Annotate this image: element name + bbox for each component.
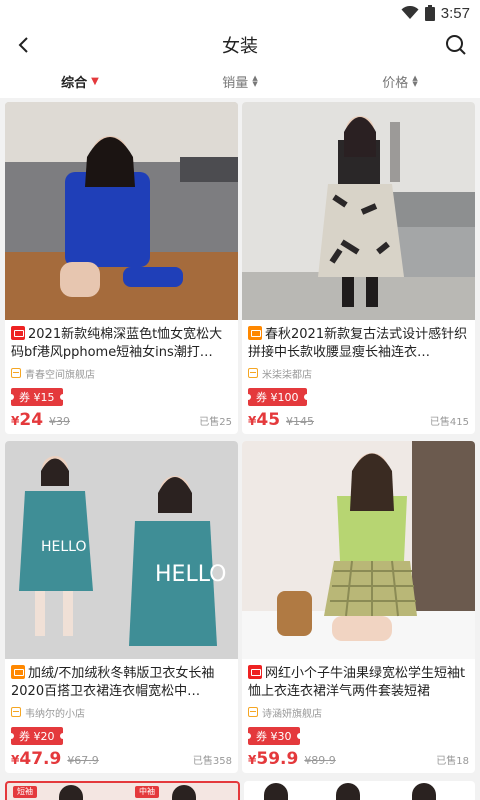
sleeve-badge: 短袖 (13, 786, 37, 798)
sold-count: 已售415 (429, 417, 469, 428)
price: ¥59.9 (248, 749, 299, 769)
product-card[interactable]: 2021新款纯棉深蓝色t恤女宽松大码bf港风pphome短袖女ins潮打… 青春… (5, 102, 238, 434)
status-time: 3:57 (440, 4, 470, 22)
search-icon (446, 35, 466, 55)
product-card[interactable]: 春秋2021新款复古法式设计感针织拼接中长款收腰显瘦长袖连衣… 米柒柒都店 券 … (242, 102, 475, 434)
price: ¥47.9 (11, 749, 62, 769)
price: ¥45 (248, 410, 281, 430)
shop-row: 青春空间旗舰店 (11, 366, 232, 381)
product-card[interactable]: 网红小个子牛油果绿宽松学生短袖t恤上衣连衣裙洋气两件套装短裙 诗涵妍旗舰店 券 … (242, 441, 475, 773)
original-price: ¥39 (49, 415, 71, 428)
product-grid: 2021新款纯棉深蓝色t恤女宽松大码bf港风pphome短袖女ins潮打… 青春… (0, 102, 480, 773)
screen: { "status": { "time": "3:57" }, "header"… (0, 0, 480, 800)
sort-label: 销量 (222, 75, 249, 91)
product-image[interactable] (242, 102, 475, 320)
product-title[interactable]: 春秋2021新款复古法式设计感针织拼接中长款收腰显瘦长袖连衣… (248, 326, 469, 362)
sold-count: 已售358 (192, 756, 232, 767)
coupon-badge[interactable]: 券 ¥30 (245, 727, 302, 745)
chevron-down-icon: ▼ (91, 75, 99, 87)
product-image[interactable] (5, 102, 238, 320)
sort-label: 综合 (61, 75, 88, 91)
product-card-partial[interactable] (244, 781, 475, 800)
shop-icon (248, 368, 258, 378)
sort-label: 价格 (382, 75, 409, 91)
shop-name: 诗涵妍旗舰店 (262, 708, 322, 720)
shop-row: 韦纳尔的小店 (11, 705, 232, 720)
taobao-icon (248, 326, 262, 340)
price-row: ¥47.9 ¥67.9 已售358 (11, 749, 232, 769)
coupon-badge[interactable]: 券 ¥100 (245, 388, 309, 406)
product-image[interactable]: HELLO HELLO (5, 441, 238, 659)
taobao-icon (11, 665, 25, 679)
sort-price[interactable]: 价格 ▲ ▼ (320, 72, 480, 91)
original-price: ¥145 (286, 415, 315, 428)
price-row: ¥24 ¥39 已售25 (11, 410, 232, 430)
sort-arrows-icon: ▲ ▼ (252, 74, 258, 88)
sold-count: 已售18 (436, 756, 469, 767)
svg-text:HELLO: HELLO (155, 562, 227, 587)
sort-comprehensive[interactable]: 综合 ▼ (0, 72, 160, 91)
svg-text:HELLO: HELLO (41, 539, 87, 555)
tmall-icon (11, 326, 25, 340)
back-button[interactable] (10, 32, 36, 58)
back-arrow-icon (18, 37, 28, 53)
sold-count: 已售25 (199, 417, 232, 428)
model-hair (264, 783, 288, 800)
wifi-icon (401, 6, 419, 19)
shop-name: 米柒柒都店 (262, 369, 312, 381)
shop-icon (11, 368, 21, 378)
model-hair (412, 783, 436, 800)
model-hair (172, 785, 196, 800)
product-title[interactable]: 网红小个子牛油果绿宽松学生短袖t恤上衣连衣裙洋气两件套装短裙 (248, 665, 469, 701)
shop-name: 韦纳尔的小店 (25, 708, 85, 720)
product-title[interactable]: 加绒/不加绒秋冬韩版卫衣女长袖2020百搭卫衣裙连衣帽宽松中… (11, 665, 232, 701)
battery-icon (424, 5, 435, 21)
product-card-partial[interactable]: 短袖 中袖 (5, 781, 240, 800)
product-title[interactable]: 2021新款纯棉深蓝色t恤女宽松大码bf港风pphome短袖女ins潮打… (11, 326, 232, 362)
model-hair (59, 785, 83, 800)
coupon-badge[interactable]: 券 ¥15 (8, 388, 65, 406)
sort-sales[interactable]: 销量 ▲ ▼ (160, 72, 320, 91)
sort-bar: 综合 ▼ 销量 ▲ ▼ 价格 ▲ ▼ (0, 64, 480, 98)
search-button[interactable] (442, 31, 470, 59)
shop-row: 诗涵妍旗舰店 (248, 705, 469, 720)
price: ¥24 (11, 410, 44, 430)
page-title: 女装 (222, 36, 258, 56)
price-row: ¥59.9 ¥89.9 已售18 (248, 749, 469, 769)
shop-name: 青春空间旗舰店 (25, 369, 95, 381)
sort-arrows-icon: ▲ ▼ (412, 74, 418, 88)
sleeve-badge: 中袖 (135, 786, 159, 798)
model-hair (336, 783, 360, 800)
coupon-badge[interactable]: 券 ¥20 (8, 727, 65, 745)
status-bar: 3:57 (0, 0, 480, 26)
shop-icon (248, 707, 258, 717)
app-header: 女装 (0, 26, 480, 64)
original-price: ¥89.9 (304, 754, 336, 767)
product-card[interactable]: HELLO HELLO 加绒/不加绒秋冬韩版卫衣女长袖2020百搭卫衣裙连衣帽宽… (5, 441, 238, 773)
shop-row: 米柒柒都店 (248, 366, 469, 381)
product-image[interactable] (242, 441, 475, 659)
original-price: ¥67.9 (67, 754, 99, 767)
shop-icon (11, 707, 21, 717)
tmall-icon (248, 665, 262, 679)
next-row-preview: 短袖 中袖 (5, 781, 475, 800)
price-row: ¥45 ¥145 已售415 (248, 410, 469, 430)
